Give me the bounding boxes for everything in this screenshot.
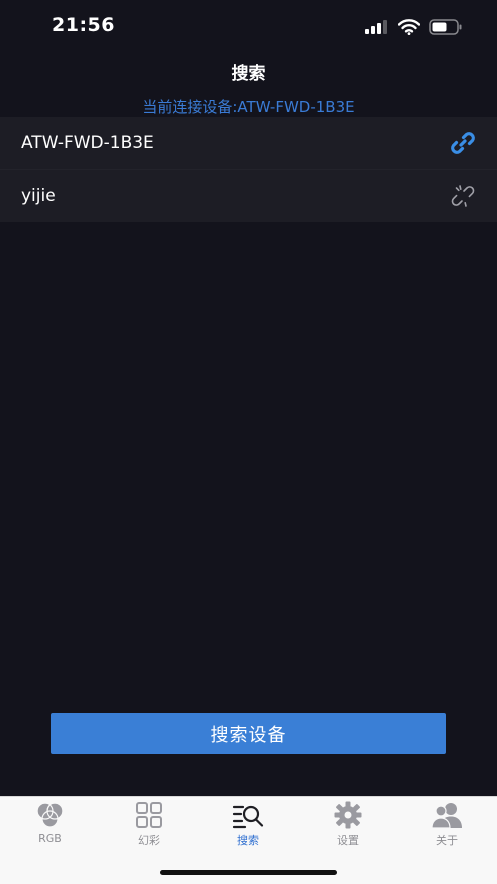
rgb-icon <box>36 802 64 828</box>
status-bar: 21:56 <box>0 0 497 52</box>
search-list-icon <box>232 805 264 829</box>
tab-label: 幻彩 <box>138 834 160 847</box>
wifi-icon <box>398 19 420 35</box>
device-row[interactable]: ATW-FWD-1B3E <box>0 117 497 170</box>
home-indicator <box>160 870 337 875</box>
tab-rainbow[interactable]: 幻彩 <box>109 801 189 851</box>
signal-icon <box>365 20 387 34</box>
tab-bar: RGB 幻彩 搜索 设置 关于 <box>0 796 497 884</box>
users-icon <box>431 803 462 829</box>
tab-search[interactable]: 搜索 <box>208 801 288 851</box>
gear-icon <box>334 801 362 829</box>
device-name: yijie <box>21 186 56 206</box>
device-name: ATW-FWD-1B3E <box>21 133 154 153</box>
unlink-icon[interactable] <box>449 182 477 210</box>
grid-icon <box>136 802 162 828</box>
tab-label: RGB <box>38 832 62 845</box>
battery-icon <box>429 19 462 35</box>
status-icons <box>365 17 463 37</box>
device-row[interactable]: yijie <box>0 170 497 222</box>
link-icon[interactable] <box>449 129 477 157</box>
device-list: ATW-FWD-1B3E yijie <box>0 117 497 222</box>
tab-rgb[interactable]: RGB <box>10 801 90 851</box>
tab-settings[interactable]: 设置 <box>308 801 388 851</box>
search-devices-button[interactable]: 搜索设备 <box>51 713 446 754</box>
tab-label: 设置 <box>337 834 359 847</box>
page-title: 搜索 <box>231 64 266 84</box>
tab-label: 关于 <box>436 834 458 847</box>
status-time: 21:56 <box>52 14 115 36</box>
connection-status: 当前连接设备:ATW-FWD-1B3E <box>142 98 355 116</box>
tab-label: 搜索 <box>237 834 259 847</box>
tab-about[interactable]: 关于 <box>407 801 487 851</box>
